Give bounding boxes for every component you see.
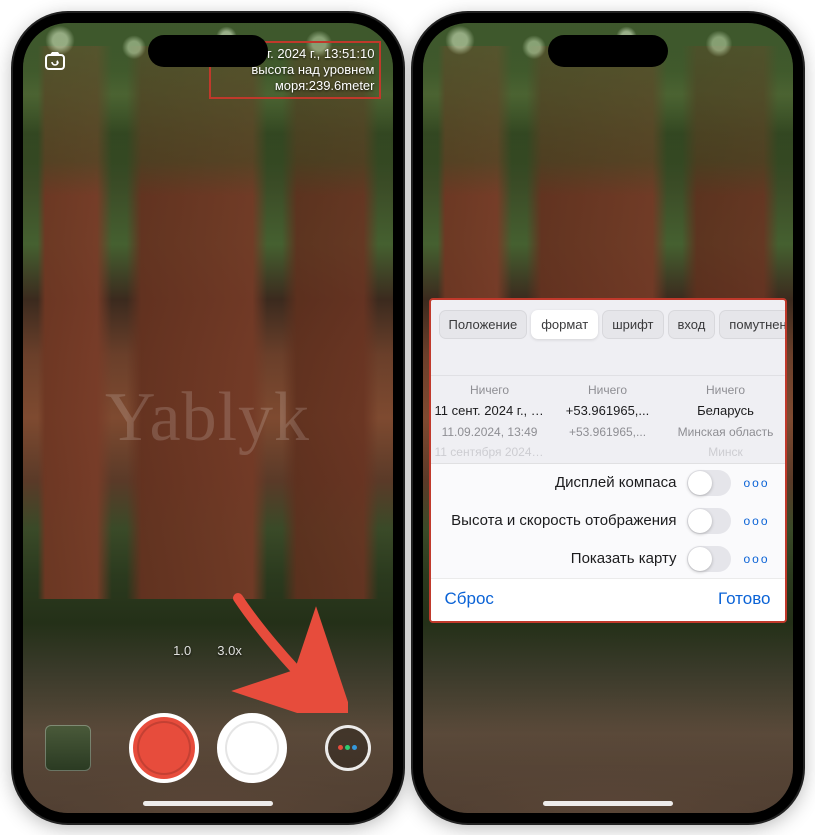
toggle-compass-switch[interactable] [687,470,731,496]
toggle-compass-options[interactable]: ооо [741,476,773,490]
dot-red [338,745,343,750]
format-settings-panel: Положение формат шрифт вход помутнение Н… [429,298,787,623]
record-button[interactable] [129,713,199,783]
toggle-altitude-label: Высота и скорость отображения [443,512,677,529]
gallery-thumbnail[interactable] [45,725,91,771]
toggle-compass-label: Дисплей компаса [443,474,677,491]
done-button[interactable]: Готово [718,589,771,609]
home-indicator[interactable] [143,801,273,806]
tab-font[interactable]: шрифт [602,310,663,339]
toggle-map-options[interactable]: ооо [741,552,773,566]
panel-footer: Сброс Готово [431,578,785,621]
picker-col-location[interactable]: Ничего Беларусь Минская область Минск [667,380,785,463]
tab-position[interactable]: Положение [439,310,528,339]
overlay-altitude-value: моря:239.6meter [215,78,375,94]
camera-switch-icon [43,49,67,73]
dot-blue [352,745,357,750]
toggle-compass: Дисплей компаса ооо [431,464,785,502]
picker-col-coords[interactable]: Ничего +53.961965,... +53.961965,... [549,380,667,463]
toggle-map-label: Показать карту [443,550,677,567]
picker-col-date[interactable]: Ничего 11 сент. 2024 г., 13:49:44 11.09.… [431,380,549,463]
shutter-group [129,713,287,783]
zoom-1x[interactable]: 1.0 [173,643,191,658]
annotation-arrow [218,583,348,718]
toggle-list: Дисплей компаса ооо Высота и скорость от… [431,463,785,578]
home-indicator[interactable] [543,801,673,806]
screen-right: Положение формат шрифт вход помутнение Н… [423,23,793,813]
dot-green [345,745,350,750]
screen-left: Yablyk 11 сент. 2024 г., 13:51:10 высота… [23,23,393,813]
dynamic-island [148,35,268,67]
tab-format[interactable]: формат [531,310,598,339]
tab-blur[interactable]: помутнение [719,310,786,339]
shutter-button[interactable] [217,713,287,783]
overlay-settings-button[interactable] [325,725,371,771]
reset-button[interactable]: Сброс [445,589,494,609]
toggle-altitude-options[interactable]: ооо [741,514,773,528]
toggle-altitude-switch[interactable] [687,508,731,534]
format-picker[interactable]: Ничего 11 сент. 2024 г., 13:49:44 11.09.… [431,375,785,463]
camera-switch-button[interactable] [41,47,69,75]
dynamic-island [548,35,668,67]
phone-right: Положение формат шрифт вход помутнение Н… [413,13,803,823]
toggle-show-map: Показать карту ооо [431,540,785,578]
settings-tabs: Положение формат шрифт вход помутнение [431,300,785,347]
toggle-altitude-speed: Высота и скорость отображения ооо [431,502,785,540]
tab-input[interactable]: вход [668,310,716,339]
phone-left: Yablyk 11 сент. 2024 г., 13:51:10 высота… [13,13,403,823]
camera-bottom-bar [23,713,393,783]
toggle-map-switch[interactable] [687,546,731,572]
